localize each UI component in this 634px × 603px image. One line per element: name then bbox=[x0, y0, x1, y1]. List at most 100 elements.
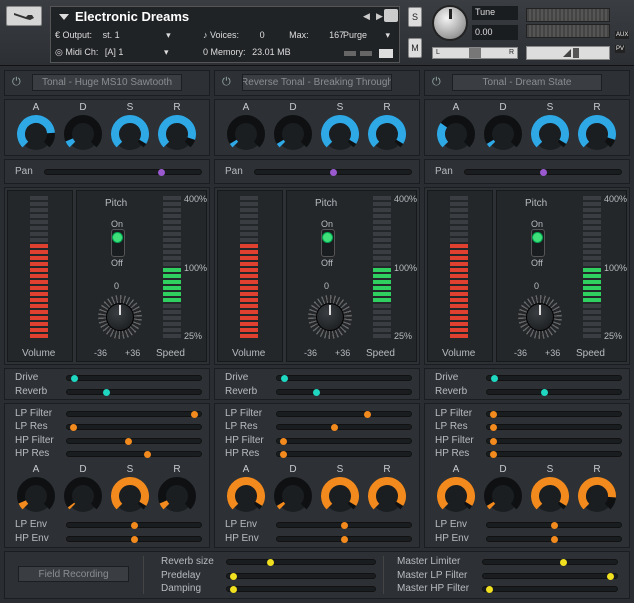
output-value[interactable]: st. 1 bbox=[103, 30, 120, 40]
hp-env-slider-handle[interactable] bbox=[131, 536, 138, 543]
filter-d-knob[interactable] bbox=[483, 476, 523, 516]
speed-meter[interactable] bbox=[373, 196, 391, 338]
hp-res-slider-handle[interactable] bbox=[280, 451, 287, 458]
lp-res-slider[interactable] bbox=[486, 424, 622, 431]
pan-slider-handle[interactable] bbox=[330, 169, 337, 176]
tune-value[interactable]: 0.00 bbox=[472, 25, 518, 40]
amp-d-knob[interactable] bbox=[483, 114, 523, 154]
hp-res-slider-handle[interactable] bbox=[490, 451, 497, 458]
hp-filter-slider[interactable] bbox=[66, 438, 202, 445]
reverb-size-slider-handle[interactable] bbox=[267, 559, 274, 566]
aux-button[interactable]: AUX bbox=[615, 31, 630, 39]
pitch-knob[interactable] bbox=[518, 295, 562, 339]
reverb-slider-handle[interactable] bbox=[103, 389, 110, 396]
lp-filter-slider-handle[interactable] bbox=[490, 411, 497, 418]
pan-slider-handle[interactable] bbox=[158, 169, 165, 176]
hp-env-slider[interactable] bbox=[276, 536, 412, 543]
reverb-slider-handle[interactable] bbox=[313, 389, 320, 396]
predelay-slider[interactable] bbox=[226, 573, 376, 580]
mute-button[interactable]: M bbox=[408, 38, 422, 58]
hp-filter-slider-handle[interactable] bbox=[125, 438, 132, 445]
solo-button[interactable]: S bbox=[408, 7, 422, 27]
drive-slider[interactable] bbox=[486, 375, 622, 382]
pitch-knob[interactable] bbox=[308, 295, 352, 339]
amp-a-knob[interactable] bbox=[436, 114, 476, 154]
amp-r-knob[interactable] bbox=[577, 114, 617, 154]
lp-res-slider-handle[interactable] bbox=[490, 424, 497, 431]
midi-value[interactable]: [A] 1 bbox=[105, 47, 124, 57]
pan-slider[interactable] bbox=[254, 169, 412, 176]
pitch-toggle[interactable] bbox=[321, 229, 335, 257]
pan-lr-slider[interactable]: L R bbox=[432, 47, 518, 59]
hp-res-slider[interactable] bbox=[66, 451, 202, 458]
damping-slider-handle[interactable] bbox=[230, 586, 237, 593]
pan-slider[interactable] bbox=[464, 169, 622, 176]
filter-s-knob[interactable] bbox=[530, 476, 570, 516]
reverb-slider[interactable] bbox=[486, 389, 622, 396]
prev-arrow-icon[interactable]: ◀ bbox=[363, 11, 370, 22]
lp-env-slider[interactable] bbox=[486, 522, 622, 529]
drive-slider-handle[interactable] bbox=[71, 375, 78, 382]
master-limiter-slider-handle[interactable] bbox=[560, 559, 567, 566]
lp-filter-slider-handle[interactable] bbox=[191, 411, 198, 418]
amp-d-knob[interactable] bbox=[273, 114, 313, 154]
preset-name[interactable]: Tonal - Huge MS10 Sawtooth bbox=[32, 74, 182, 91]
reverb-slider[interactable] bbox=[276, 389, 412, 396]
drive-slider-handle[interactable] bbox=[281, 375, 288, 382]
pitch-toggle[interactable] bbox=[531, 229, 545, 257]
speed-meter[interactable] bbox=[583, 196, 601, 338]
volume-slider[interactable] bbox=[526, 46, 610, 60]
expand-triangle-icon[interactable] bbox=[59, 14, 69, 20]
filter-r-knob[interactable] bbox=[577, 476, 617, 516]
output-dropdown-icon[interactable]: ▾ bbox=[166, 30, 171, 40]
filter-a-knob[interactable] bbox=[16, 476, 56, 516]
tune-knob[interactable] bbox=[432, 5, 468, 41]
pv-button[interactable]: PV bbox=[615, 45, 626, 53]
hp-res-slider[interactable] bbox=[486, 451, 622, 458]
hp-filter-slider-handle[interactable] bbox=[490, 438, 497, 445]
power-icon[interactable]: ⏻ bbox=[432, 76, 441, 89]
midi-row[interactable]: ◎ Midi Ch: [A] 1 ▾ bbox=[55, 47, 168, 58]
volume-meter[interactable] bbox=[30, 196, 48, 338]
drive-slider[interactable] bbox=[66, 375, 202, 382]
filter-r-knob[interactable] bbox=[157, 476, 197, 516]
lp-env-slider-handle[interactable] bbox=[341, 522, 348, 529]
purge-button[interactable]: Purge ▾ bbox=[343, 30, 390, 41]
speed-meter[interactable] bbox=[163, 196, 181, 338]
reverb-slider-handle[interactable] bbox=[541, 389, 548, 396]
filter-d-knob[interactable] bbox=[273, 476, 313, 516]
filter-s-knob[interactable] bbox=[320, 476, 360, 516]
lp-env-slider-handle[interactable] bbox=[131, 522, 138, 529]
filter-a-knob[interactable] bbox=[436, 476, 476, 516]
hp-env-slider[interactable] bbox=[66, 536, 202, 543]
hp-env-slider-handle[interactable] bbox=[341, 536, 348, 543]
lp-filter-slider[interactable] bbox=[276, 411, 412, 418]
volume-meter[interactable] bbox=[450, 196, 468, 338]
filter-d-knob[interactable] bbox=[63, 476, 103, 516]
amp-a-knob[interactable] bbox=[226, 114, 266, 154]
master-hp-filter-slider-handle[interactable] bbox=[486, 586, 493, 593]
master-lp-filter-slider-handle[interactable] bbox=[607, 573, 614, 580]
lp-res-slider-handle[interactable] bbox=[70, 424, 77, 431]
amp-r-knob[interactable] bbox=[157, 114, 197, 154]
reverb-size-slider[interactable] bbox=[226, 559, 376, 566]
amp-s-knob[interactable] bbox=[530, 114, 570, 154]
instrument-title[interactable]: Electronic Dreams bbox=[75, 9, 189, 24]
predelay-slider-handle[interactable] bbox=[230, 573, 237, 580]
lp-filter-slider[interactable] bbox=[486, 411, 622, 418]
hp-filter-slider[interactable] bbox=[486, 438, 622, 445]
preset-name[interactable]: Tonal - Dream State bbox=[452, 74, 602, 91]
volume-meter[interactable] bbox=[240, 196, 258, 338]
lp-env-slider-handle[interactable] bbox=[551, 522, 558, 529]
filter-s-knob[interactable] bbox=[110, 476, 150, 516]
lp-res-slider[interactable] bbox=[66, 424, 202, 431]
lp-res-slider-handle[interactable] bbox=[331, 424, 338, 431]
master-lp-filter-slider[interactable] bbox=[482, 573, 618, 580]
output-row[interactable]: € Output: st. 1 ▾ bbox=[55, 30, 171, 41]
power-icon[interactable]: ⏻ bbox=[12, 76, 21, 89]
lp-env-slider[interactable] bbox=[66, 522, 202, 529]
hp-filter-slider-handle[interactable] bbox=[280, 438, 287, 445]
lp-env-slider[interactable] bbox=[276, 522, 412, 529]
amp-s-knob[interactable] bbox=[320, 114, 360, 154]
field-recording-button[interactable]: Field Recording bbox=[18, 566, 129, 582]
